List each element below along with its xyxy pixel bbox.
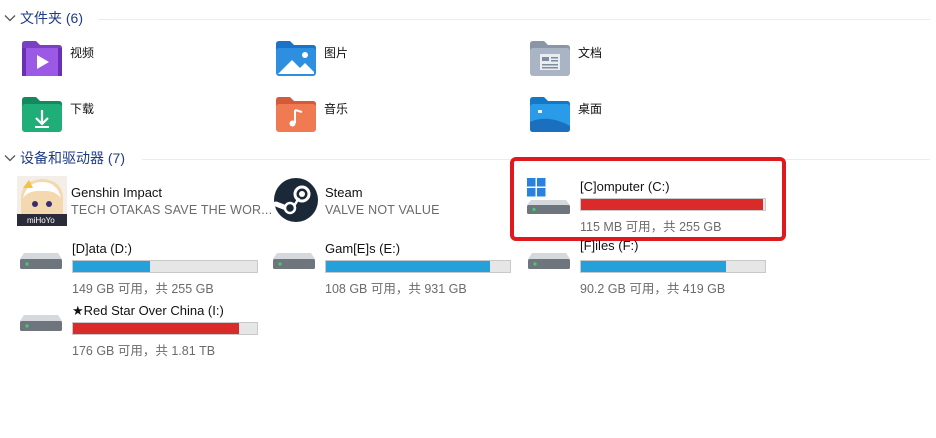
hard-drive-icon <box>18 237 64 284</box>
folder-downloads[interactable]: 下载 <box>20 96 240 142</box>
app-name: Genshin Impact <box>71 185 163 200</box>
folder-documents[interactable]: 文档 <box>528 40 748 86</box>
drive-name: [D]ata (D:) <box>72 241 132 256</box>
folders-section-title: 文件夹 (6) <box>20 10 83 26</box>
folder-label: 桌面 <box>578 102 603 116</box>
drive-free-space: 149 GB 可用，共 255 GB <box>72 282 214 296</box>
drive-name: [F]iles (F:) <box>580 238 639 253</box>
downloads-folder-icon <box>20 96 64 139</box>
app-subtitle: TECH OTAKAS SAVE THE WOR... <box>71 203 273 217</box>
devices-section-header[interactable]: 设备和驱动器 (7) <box>0 148 125 168</box>
app-name: Steam <box>325 185 363 200</box>
steam-icon <box>272 176 320 229</box>
drive-usage-fill <box>73 261 151 272</box>
drive-free-space: 176 GB 可用，共 1.81 TB <box>72 344 216 358</box>
drive-d[interactable]: [D]ata (D:) 149 GB 可用，共 255 GB <box>18 237 268 299</box>
hard-drive-icon <box>18 299 64 346</box>
svg-text:miHoYo: miHoYo <box>27 216 55 225</box>
drive-e[interactable]: Gam[E]s (E:) 108 GB 可用，共 931 GB <box>271 237 521 299</box>
devices-section-title: 设备和驱动器 (7) <box>20 150 125 166</box>
drive-name: ★Red Star Over China (I:) <box>72 303 224 318</box>
folder-label: 图片 <box>324 46 349 60</box>
folder-pictures[interactable]: 图片 <box>274 40 494 86</box>
genshin-impact-icon: miHoYo <box>17 176 67 231</box>
drive-free-space: 108 GB 可用，共 931 GB <box>325 282 467 296</box>
drive-i[interactable]: ★Red Star Over China (I:) 176 GB 可用，共 1.… <box>18 299 268 361</box>
drive-usage-fill <box>73 323 239 334</box>
folder-desktop[interactable]: 桌面 <box>528 96 748 142</box>
hard-drive-icon <box>526 237 572 284</box>
pictures-folder-icon <box>274 40 318 83</box>
app-steam[interactable]: Steam VALVE NOT VALUE <box>272 176 522 238</box>
section-divider <box>98 19 930 20</box>
folder-label: 文档 <box>578 46 603 60</box>
app-subtitle: VALVE NOT VALUE <box>325 203 440 217</box>
folder-videos[interactable]: 视频 <box>20 40 240 86</box>
drive-usage-fill <box>581 261 727 272</box>
folder-music[interactable]: 音乐 <box>274 96 494 142</box>
hard-drive-icon <box>271 237 317 284</box>
chevron-down-icon[interactable] <box>0 14 20 22</box>
drive-free-space: 90.2 GB 可用，共 419 GB <box>580 282 726 296</box>
app-genshin-impact[interactable]: miHoYo Genshin Impact TECH OTAKAS SAVE T… <box>17 176 272 238</box>
drive-usage-fill <box>326 261 490 272</box>
folder-label: 音乐 <box>324 102 349 116</box>
desktop-folder-icon <box>528 96 572 139</box>
folders-section-header[interactable]: 文件夹 (6) <box>0 8 83 28</box>
drive-usage-bar <box>72 260 258 273</box>
drive-f[interactable]: [F]iles (F:) 90.2 GB 可用，共 419 GB <box>526 237 776 299</box>
chevron-down-icon[interactable] <box>0 154 20 162</box>
folder-label: 视频 <box>70 46 95 60</box>
highlight-box <box>510 157 786 241</box>
folder-label: 下载 <box>70 102 95 116</box>
videos-folder-icon <box>20 40 64 83</box>
drive-usage-bar <box>580 260 766 273</box>
music-folder-icon <box>274 96 318 139</box>
drive-usage-bar <box>72 322 258 335</box>
drive-usage-bar <box>325 260 511 273</box>
drive-name: Gam[E]s (E:) <box>325 241 401 256</box>
documents-folder-icon <box>528 40 572 83</box>
